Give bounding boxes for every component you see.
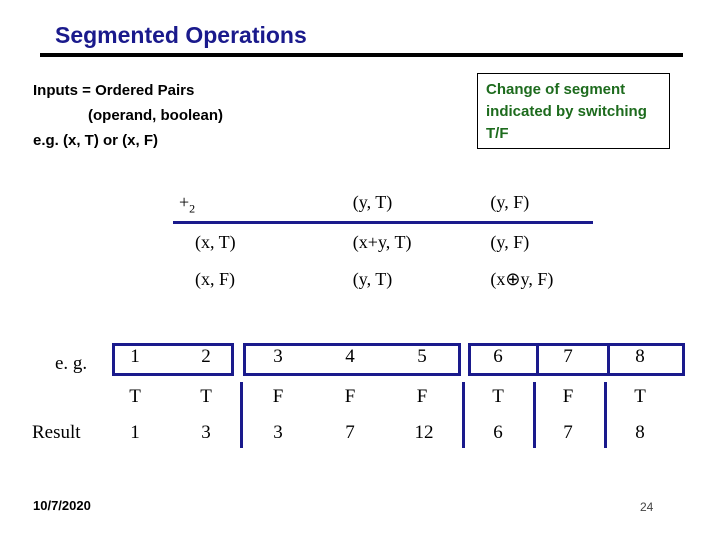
segment-separator	[462, 382, 465, 448]
index-cell: 4	[345, 346, 355, 367]
inputs-line-2: (operand, boolean)	[88, 107, 223, 124]
result-cell: 3	[273, 422, 283, 443]
cell-xT-yT: (x+y, T)	[352, 232, 412, 252]
result-cell: 6	[493, 422, 503, 443]
footer-page-number: 24	[640, 500, 654, 514]
example-label: e. g.	[55, 353, 88, 374]
op-symbol: +	[179, 192, 190, 212]
cell-xF-yT: (y, T)	[352, 269, 393, 289]
index-cell: 1	[130, 346, 140, 367]
boolean-cell: F	[562, 386, 574, 407]
inputs-definition-block: Inputs = Ordered Pairs (operand, boolean…	[33, 78, 223, 153]
index-cell: 2	[201, 346, 211, 367]
segment-inner-divider	[536, 343, 539, 376]
boolean-cell: F	[416, 386, 428, 407]
result-label: Result	[32, 422, 81, 443]
result-cell: 8	[635, 422, 645, 443]
cell-xT-yF: (y, F)	[490, 232, 530, 252]
inputs-line-1: Inputs = Ordered Pairs	[33, 82, 195, 99]
result-cell: 12	[414, 422, 434, 443]
boolean-cell: T	[200, 386, 212, 407]
boolean-cell: T	[634, 386, 646, 407]
index-cell: 7	[563, 346, 573, 367]
segment-separator	[533, 382, 536, 448]
result-cell: 3	[201, 422, 211, 443]
callout-text: Change of segment indicated by switching…	[486, 81, 647, 142]
boolean-cell: F	[344, 386, 356, 407]
table-row: (x, F) (y, T) (x⊕y, F)	[173, 261, 593, 298]
index-cell: 8	[635, 346, 645, 367]
op-symbol-subscript: 2	[189, 201, 196, 216]
segmented-operation-table: +2 (y, T) (y, F) (x, T) (x+y, T) (y, F) …	[173, 190, 593, 298]
result-cell: 7	[345, 422, 355, 443]
page-title: Segmented Operations	[55, 22, 307, 48]
result-cell: 1	[130, 422, 140, 443]
callout-box: Change of segment indicated by switching…	[477, 73, 670, 149]
segment-separator	[604, 382, 607, 448]
row-label-x-false: (x, F)	[195, 269, 235, 289]
boolean-cell: T	[129, 386, 141, 407]
segment-inner-divider	[607, 343, 610, 376]
index-cell: 3	[273, 346, 283, 367]
col-header-y-true: (y, T)	[352, 190, 491, 224]
table-header-row: +2 (y, T) (y, F)	[173, 190, 593, 224]
table-row: (x, T) (x+y, T) (y, F)	[173, 223, 593, 262]
example-segment-diagram: e. g. Result 1 2 3 4 5 6 7 8 T T F F F T…	[0, 338, 720, 463]
footer-date: 10/7/2020	[33, 498, 91, 513]
segment-separator	[240, 382, 243, 448]
boolean-cell: T	[492, 386, 504, 407]
index-cell: 5	[417, 346, 427, 367]
result-cell: 7	[563, 422, 573, 443]
inputs-line-3: e.g. (x, T) or (x, F)	[33, 132, 159, 149]
index-cell: 6	[493, 346, 503, 367]
title-underline-rule	[40, 53, 683, 57]
row-label-x-true: (x, T)	[195, 232, 236, 252]
cell-xF-yF: (x⊕y, F)	[490, 269, 554, 289]
col-header-y-false: (y, F)	[490, 190, 593, 224]
slide-canvas: Segmented Operations Inputs = Ordered Pa…	[0, 0, 720, 540]
op-symbol-cell: +2	[173, 190, 353, 224]
boolean-cell: F	[272, 386, 284, 407]
